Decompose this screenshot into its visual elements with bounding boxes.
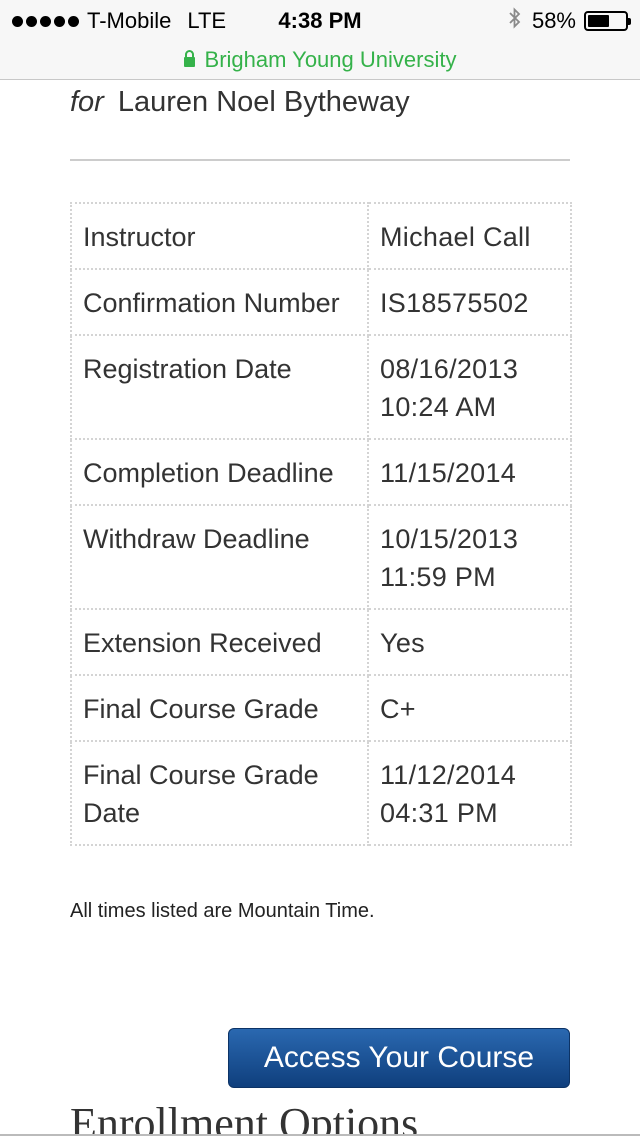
row-value: IS18575502 [367, 268, 572, 336]
access-course-button[interactable]: Access Your Course [228, 1028, 570, 1088]
bluetooth-icon [508, 7, 522, 35]
row-value: 08/16/2013 10:24 AM [367, 334, 572, 440]
table-row: Withdraw Deadline 10/15/2013 11:59 PM [70, 504, 572, 610]
row-value: 11/12/2014 04:31 PM [367, 740, 572, 846]
row-value: Michael Call [367, 202, 572, 270]
row-value: C+ [367, 674, 572, 742]
row-label: Registration Date [70, 334, 369, 440]
row-value: Yes [367, 608, 572, 676]
battery-fill [588, 15, 609, 27]
row-label: Extension Received [70, 608, 369, 676]
table-row: Registration Date 08/16/2013 10:24 AM [70, 334, 572, 440]
row-value: 11/15/2014 [367, 438, 572, 506]
row-label: Confirmation Number [70, 268, 369, 336]
table-row: Extension Received Yes [70, 608, 572, 676]
row-label: Withdraw Deadline [70, 504, 369, 610]
divider [70, 159, 570, 161]
battery-icon [584, 11, 631, 31]
course-details-table: Instructor Michael Call Confirmation Num… [70, 202, 572, 846]
battery-percent: 58% [531, 8, 576, 33]
row-value: 10/15/2013 11:59 PM [367, 504, 572, 610]
url-bar[interactable]: Brigham Young University [0, 40, 640, 80]
table-row: Final Course Grade Date 11/12/2014 04:31… [70, 740, 572, 846]
row-label: Completion Deadline [70, 438, 369, 506]
row-label: Final Course Grade Date [70, 740, 369, 846]
timezone-note: All times listed are Mountain Time. [70, 900, 375, 922]
site-name: Brigham Young University [204, 46, 457, 72]
lock-icon [183, 49, 195, 67]
enrollment-options-heading: Enrollment Options [70, 1099, 419, 1136]
for-label: for [70, 85, 104, 118]
table-row: Final Course Grade C+ [70, 674, 572, 742]
status-bar: T-Mobile LTE 4:38 PM 58% [0, 0, 640, 40]
row-label: Final Course Grade [70, 674, 369, 742]
row-label: Instructor [70, 202, 369, 270]
table-row: Completion Deadline 11/15/2014 [70, 438, 572, 506]
status-right: 58% [508, 6, 631, 36]
table-row: Instructor Michael Call [70, 202, 572, 270]
table-row: Confirmation Number IS18575502 [70, 268, 572, 336]
student-line: for Lauren Noel Bytheway [70, 84, 410, 120]
student-name: Lauren Noel Bytheway [117, 85, 410, 118]
